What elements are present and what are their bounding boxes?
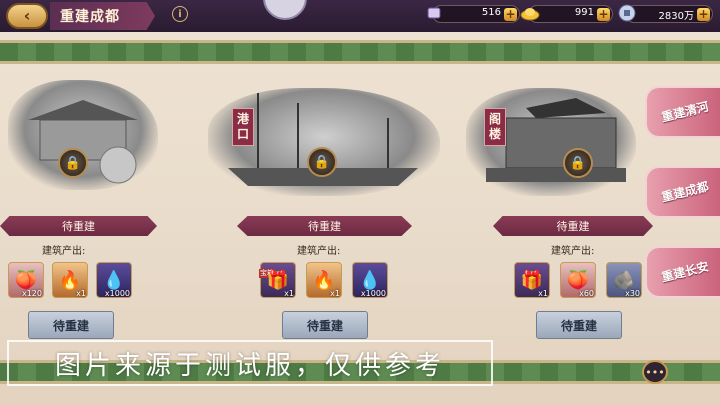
tab-rebuild-changan[interactable]: 重建长安: [645, 246, 720, 298]
info-icon[interactable]: i: [172, 6, 188, 22]
button-label: 待重建: [306, 318, 343, 333]
chat-icon: •••: [645, 365, 665, 379]
item-count: x30: [625, 289, 640, 298]
rebuild-button-3[interactable]: 待重建: [536, 311, 622, 339]
button-label: 待重建: [52, 318, 89, 333]
item-slot[interactable]: 宝箱 🎁 x1: [259, 262, 296, 298]
tab-label: 重建长安: [660, 259, 711, 285]
resource-scroll: 516 +: [427, 5, 520, 23]
gold-ingot-icon: [519, 2, 541, 24]
item-count: x1: [284, 289, 294, 298]
item-count: x1000: [360, 289, 386, 298]
rebuild-button-1[interactable]: 待重建: [28, 311, 114, 339]
top-decorative-band: [0, 40, 720, 64]
rebuild-button-2[interactable]: 待重建: [282, 311, 368, 339]
tab-rebuild-chengdu[interactable]: 重建成都: [645, 166, 720, 218]
building-tag-2: 港口: [232, 108, 254, 146]
lock-icon: 🔒: [563, 148, 593, 178]
status-bar-1: 待重建: [0, 216, 157, 236]
status-bar-3: 待重建: [493, 216, 653, 236]
tab-label: 重建成都: [660, 179, 711, 205]
output-label: 建筑产出:: [551, 246, 595, 257]
page-title-plate: 重建成都: [50, 2, 155, 30]
coin-icon: [616, 2, 638, 24]
page-title: 重建成都: [60, 9, 120, 25]
item-slot[interactable]: 💧 x1000: [96, 262, 132, 298]
status-bar-2: 待重建: [237, 216, 412, 236]
add-coin-button[interactable]: +: [697, 8, 710, 21]
item-slot[interactable]: 🎁 x1: [514, 262, 550, 298]
lock-icon: 🔒: [307, 147, 337, 177]
item-slot[interactable]: 🍑 x120: [8, 262, 44, 298]
resource-value: 991: [574, 7, 594, 18]
output-label: 建筑产出:: [297, 246, 341, 257]
status-text: 待重建: [308, 220, 341, 233]
item-count: x60: [579, 289, 594, 298]
item-count: x1: [538, 289, 548, 298]
lock-icon: 🔒: [58, 148, 88, 178]
item-count: x1000: [104, 289, 130, 298]
item-slot[interactable]: 🍑 x60: [560, 262, 596, 298]
tab-rebuild-qinghe[interactable]: 重建清河: [645, 86, 720, 138]
building-tag-3: 阁楼: [484, 108, 506, 146]
item-slot[interactable]: 🔥 x1: [306, 262, 342, 298]
back-button[interactable]: ‹: [6, 3, 48, 29]
item-count: x120: [21, 289, 42, 298]
status-text: 待重建: [62, 220, 95, 233]
button-label: 待重建: [560, 318, 597, 333]
resource-coin: 2830万 +: [618, 4, 713, 23]
item-slot[interactable]: 🪨 x30: [606, 262, 642, 298]
item-slot[interactable]: 🔥 x1: [52, 262, 88, 298]
item-count: x1: [330, 289, 340, 298]
tab-label: 重建清河: [660, 99, 711, 125]
output-label: 建筑产出:: [42, 246, 86, 257]
watermark-text: 图片来源于测试服，仅供参考: [54, 350, 445, 381]
status-text: 待重建: [556, 220, 590, 233]
chat-button[interactable]: •••: [642, 360, 668, 384]
resource-value: 516: [481, 7, 501, 18]
watermark: 图片来源于测试服，仅供参考: [7, 340, 493, 386]
resource-gold: 991 +: [520, 5, 613, 23]
add-gold-button[interactable]: +: [597, 8, 610, 21]
back-arrow-icon: ‹: [23, 6, 31, 25]
resource-value: 2830万: [658, 11, 694, 22]
item-count: x1: [76, 289, 86, 298]
add-scroll-button[interactable]: +: [504, 8, 517, 21]
scroll-icon: [423, 2, 445, 24]
item-slot[interactable]: 💧 x1000: [352, 262, 388, 298]
